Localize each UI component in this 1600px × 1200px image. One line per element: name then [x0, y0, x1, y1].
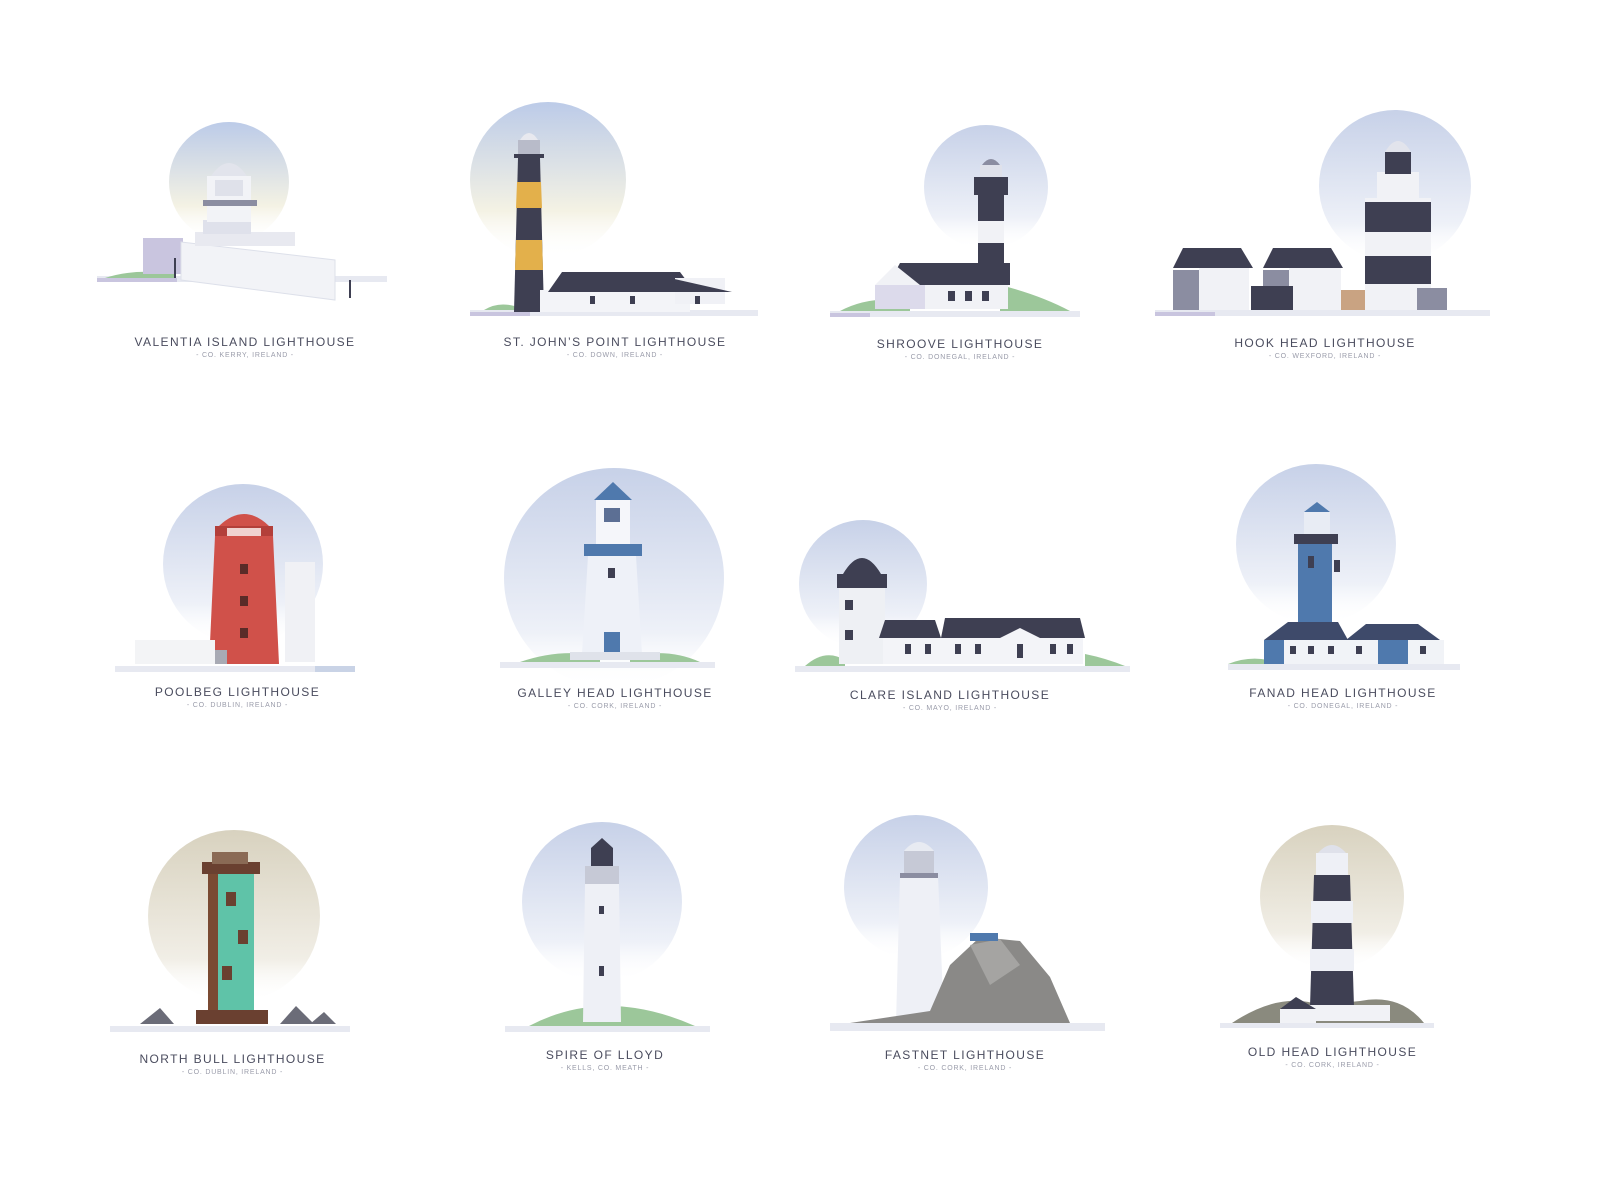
lighthouse-card-hook-head: HOOK HEAD LIGHTHOUSE - CO. WEXFORD, IREL…	[1155, 110, 1495, 370]
lighthouse-card-galley-head: GALLEY HEAD LIGHTHOUSE - CO. CORK, IRELA…	[500, 466, 730, 726]
lighthouse-title: CLARE ISLAND LIGHTHOUSE	[849, 688, 1051, 702]
lighthouse-title: VALENTIA ISLAND LIGHTHOUSE	[134, 335, 356, 349]
fastnet-illustration	[830, 815, 1105, 1031]
spire-of-lloyd-illustration	[505, 822, 710, 1032]
lighthouse-title: HOOK HEAD LIGHTHOUSE	[1234, 336, 1416, 350]
lighthouse-card-spire-of-lloyd: SPIRE OF LLOYD - KELLS, CO. MEATH -	[505, 820, 725, 1090]
lighthouse-location: - CO. CORK, IRELAND -	[917, 1065, 1013, 1072]
lighthouse-title: GALLEY HEAD LIGHTHOUSE	[517, 686, 713, 700]
lighthouse-title: OLD HEAD LIGHTHOUSE	[1247, 1045, 1418, 1059]
shroove-illustration	[830, 125, 1080, 317]
lighthouse-location: - CO. DUBLIN, IRELAND -	[181, 1069, 284, 1076]
lighthouse-title: NORTH BULL LIGHTHOUSE	[139, 1052, 326, 1066]
old-head-illustration	[1220, 825, 1434, 1028]
lighthouse-title: FANAD HEAD LIGHTHOUSE	[1249, 686, 1437, 700]
lighthouse-title: SPIRE OF LLOYD	[545, 1048, 665, 1062]
lighthouse-card-valentia: VALENTIA ISLAND LIGHTHOUSE - CO. KERRY, …	[95, 110, 395, 370]
lighthouse-title: FASTNET LIGHTHOUSE	[884, 1048, 1046, 1062]
lighthouse-location: - CO. DUBLIN, IRELAND -	[186, 702, 289, 709]
lighthouse-title: SHROOVE LIGHTHOUSE	[876, 337, 1044, 351]
lighthouse-title: ST. JOHN’S POINT LIGHTHOUSE	[503, 335, 727, 349]
lighthouse-card-st-johns-point: ST. JOHN’S POINT LIGHTHOUSE - CO. DOWN, …	[470, 100, 760, 370]
lighthouse-location: - CO. CORK, IRELAND -	[1285, 1062, 1380, 1069]
lighthouse-card-north-bull: NORTH BULL LIGHTHOUSE - CO. DUBLIN, IREL…	[110, 830, 355, 1090]
lighthouse-card-fanad-head: FANAD HEAD LIGHTHOUSE - CO. DONEGAL, IRE…	[1228, 464, 1468, 724]
clare-island-illustration	[795, 520, 1130, 672]
lighthouse-card-fastnet: FASTNET LIGHTHOUSE - CO. CORK, IRELAND -	[830, 815, 1115, 1085]
lighthouse-card-poolbeg: POOLBEG LIGHTHOUSE - CO. DUBLIN, IRELAND…	[115, 480, 360, 720]
lighthouse-location: - CO. KERRY, IRELAND -	[196, 352, 294, 359]
lighthouse-title: POOLBEG LIGHTHOUSE	[154, 685, 321, 699]
lighthouse-card-clare-island: CLARE ISLAND LIGHTHOUSE - CO. MAYO, IREL…	[795, 520, 1135, 730]
fanad-head-illustration	[1228, 464, 1460, 670]
lighthouse-location: - CO. MAYO, IRELAND -	[902, 705, 998, 712]
lighthouse-location: - CO. DONEGAL, IRELAND -	[904, 354, 1016, 361]
lighthouse-card-old-head: OLD HEAD LIGHTHOUSE - CO. CORK, IRELAND …	[1220, 825, 1445, 1085]
north-bull-illustration	[110, 830, 350, 1032]
st-johns-point-illustration	[470, 102, 758, 316]
valentia-island-illustration	[97, 122, 387, 301]
lighthouse-location: - CO. WEXFORD, IRELAND -	[1268, 353, 1382, 360]
lighthouse-location: - CO. DONEGAL, IRELAND -	[1287, 703, 1399, 710]
lighthouse-location: - CO. DOWN, IRELAND -	[566, 352, 664, 359]
lighthouse-location: - CO. CORK, IRELAND -	[567, 703, 663, 710]
galley-head-illustration	[500, 468, 724, 688]
lighthouse-card-shroove: SHROOVE LIGHTHOUSE - CO. DONEGAL, IRELAN…	[830, 125, 1090, 375]
poolbeg-illustration	[115, 484, 355, 672]
lighthouse-location: - KELLS, CO. MEATH -	[560, 1065, 650, 1072]
hook-head-illustration	[1155, 110, 1490, 316]
